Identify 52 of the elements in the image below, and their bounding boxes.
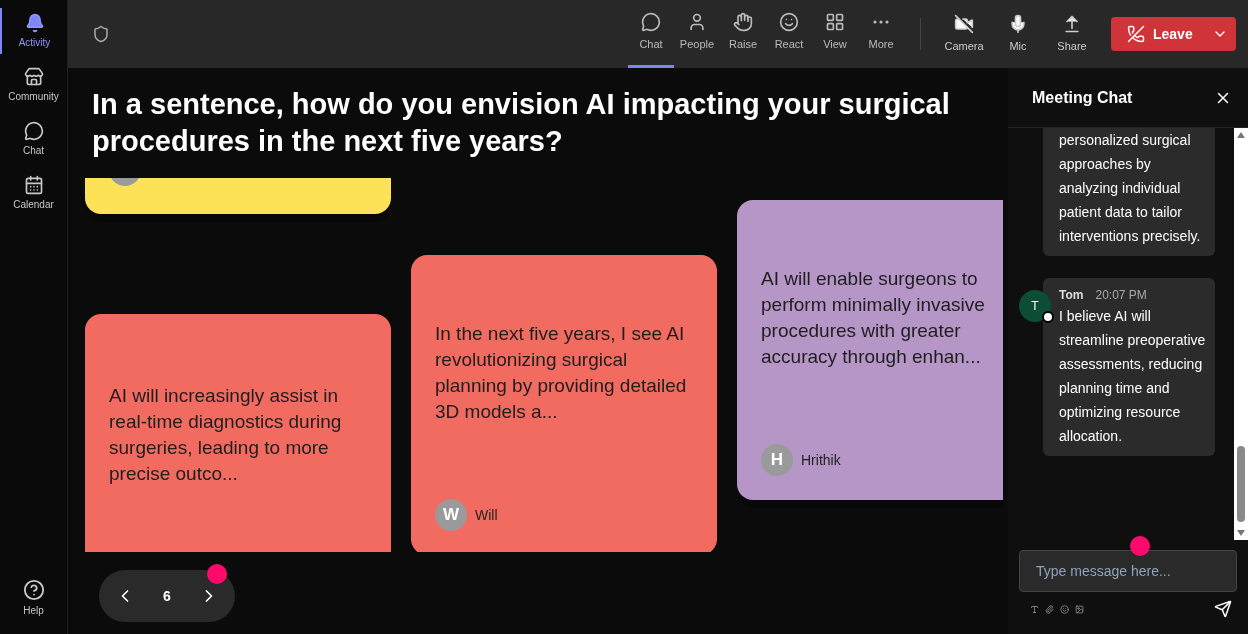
- message-input[interactable]: Type message here...: [1019, 550, 1237, 592]
- hand-icon: [733, 12, 753, 33]
- chat-icon: [23, 120, 44, 141]
- send-icon[interactable]: [1214, 600, 1232, 618]
- message-text: personalized surgical approaches by analyzing individual patient data to tailor interventions precisely.: [1059, 131, 1202, 246]
- message-text: I believe AI will streamline preoperative assessments, reducing planning time and optimizing resource allocation.: [1059, 307, 1207, 446]
- help-icon: [22, 579, 45, 601]
- phone-icon: [1127, 25, 1145, 43]
- note-text: In the next five years, I see AI revolutionizing surgical planning by providing detailed 3D models a...: [435, 322, 688, 424]
- toolbar-button[interactable]: React: [766, 0, 812, 68]
- camera-off-icon: [954, 13, 974, 34]
- device-button[interactable]: Camera: [937, 0, 991, 68]
- grid-icon: [825, 12, 845, 33]
- image-icon: [1075, 604, 1084, 614]
- note-text: AI will enable surgeons to perform minimally invasive procedures with greater accuracy through enhan...: [761, 267, 986, 369]
- bell-icon: [24, 12, 45, 33]
- rail-tab[interactable]: Chat: [0, 116, 67, 162]
- help-button[interactable]: Help: [22, 579, 45, 618]
- calendar-icon: [23, 174, 44, 195]
- avatar-icon: H: [761, 444, 793, 476]
- person-icon: [687, 12, 707, 33]
- author-name: Will: [475, 505, 498, 525]
- note-text: AI will increasingly assist in real-time diagnostics during surgeries, leading to more precise outco...: [109, 384, 343, 486]
- store-icon: [23, 66, 44, 87]
- chat-icon: [641, 12, 661, 33]
- author-name: Hrithik: [801, 450, 841, 470]
- chat-title: Meeting Chat: [1032, 87, 1133, 108]
- attach-icon: [1045, 604, 1054, 614]
- scrollbar[interactable]: [1234, 128, 1248, 540]
- shield-icon: [92, 25, 110, 43]
- mic-icon: [1008, 13, 1028, 34]
- leave-button[interactable]: Leave: [1111, 17, 1236, 51]
- toolbar-button[interactable]: Chat: [628, 0, 674, 68]
- avatar-icon: W: [435, 499, 467, 531]
- rail-tab[interactable]: Community: [0, 62, 67, 108]
- rail-tab[interactable]: Calendar: [0, 170, 67, 216]
- page-number: 6: [163, 586, 171, 606]
- device-button[interactable]: Mic: [991, 0, 1045, 68]
- toolbar-button[interactable]: Raise: [720, 0, 766, 68]
- message-time: 20:07 PM: [1095, 287, 1147, 304]
- avatar-icon: T: [1019, 290, 1051, 322]
- sender-name: Tom: [1059, 287, 1084, 304]
- toolbar-button[interactable]: View: [812, 0, 858, 68]
- share-icon: [1062, 13, 1082, 34]
- device-button[interactable]: Share: [1045, 0, 1099, 68]
- smile-icon: [779, 12, 799, 33]
- question-title: In a sentence, how do you envision AI impacting your surgical procedures in the next five years?: [92, 87, 951, 159]
- toolbar-button[interactable]: People: [674, 0, 720, 68]
- more-icon: [873, 20, 889, 25]
- format-icon: [1030, 604, 1039, 614]
- toolbar-button[interactable]: More: [858, 0, 904, 68]
- smile-icon: [1060, 604, 1069, 614]
